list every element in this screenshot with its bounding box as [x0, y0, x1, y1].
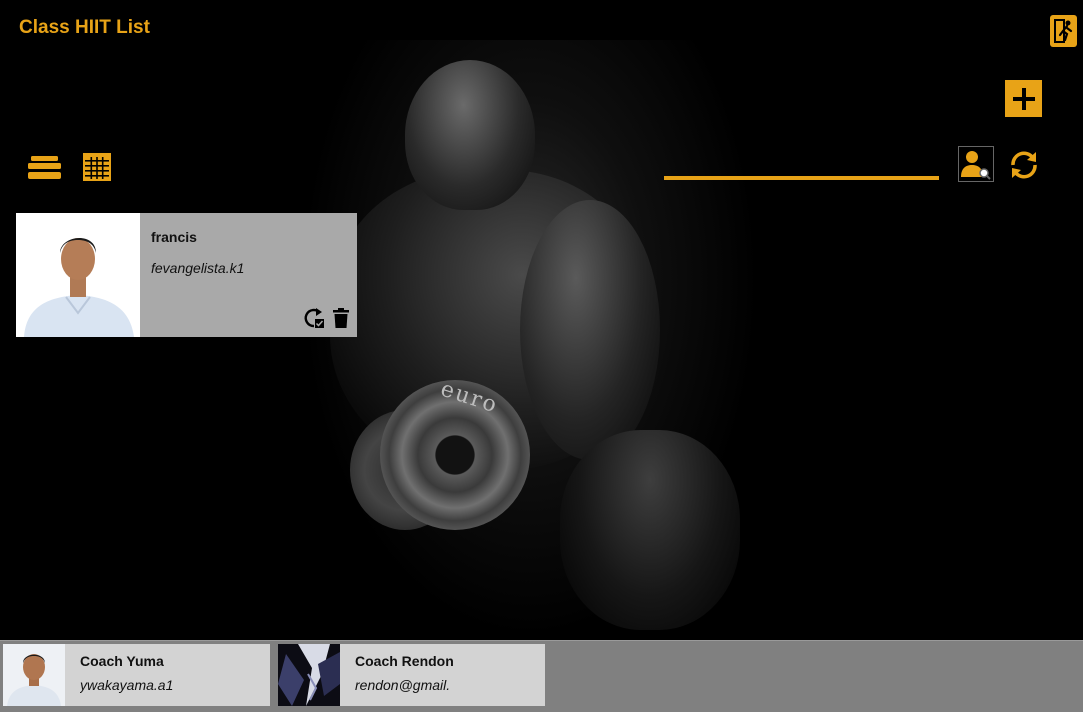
coach-name: Coach Rendon	[355, 653, 454, 669]
search-input[interactable]	[664, 150, 943, 178]
card-view-button[interactable]	[27, 152, 62, 182]
coach-card[interactable]: Coach Yuma ywakayama.a1	[3, 644, 270, 706]
coach-photo	[278, 644, 340, 706]
coach-bar: Coach Yuma ywakayama.a1 Coach Rendon ren…	[0, 640, 1083, 712]
coach-photo	[3, 644, 65, 706]
reassign-icon	[304, 308, 324, 328]
user-search-icon	[961, 151, 991, 180]
add-member-button[interactable]	[1005, 80, 1042, 117]
page-title: Class HIIT List	[19, 17, 150, 38]
card-view-icon	[28, 156, 61, 179]
member-username: fevangelista.k1	[151, 260, 245, 276]
grid-view-icon	[83, 153, 111, 181]
coach-username: rendon@gmail.	[355, 677, 451, 693]
coach-username: ywakayama.a1	[80, 677, 174, 693]
refresh-button[interactable]	[1007, 148, 1041, 182]
delete-button[interactable]	[332, 307, 350, 329]
reassign-button[interactable]	[303, 307, 325, 329]
coach-name: Coach Yuma	[80, 653, 164, 669]
grid-view-button[interactable]	[82, 152, 112, 182]
search-user-button[interactable]	[958, 146, 994, 182]
refresh-icon	[1011, 151, 1037, 179]
search-underline	[664, 176, 939, 180]
trash-icon	[333, 308, 349, 328]
exit-button[interactable]	[1050, 15, 1077, 47]
plus-icon	[1012, 87, 1035, 110]
running-exit-icon	[1053, 19, 1072, 43]
member-card[interactable]: francis fevangelista.k1	[16, 213, 357, 337]
member-name: francis	[151, 229, 197, 245]
member-photo	[16, 213, 140, 337]
coach-card[interactable]: Coach Rendon rendon@gmail.	[278, 644, 545, 706]
